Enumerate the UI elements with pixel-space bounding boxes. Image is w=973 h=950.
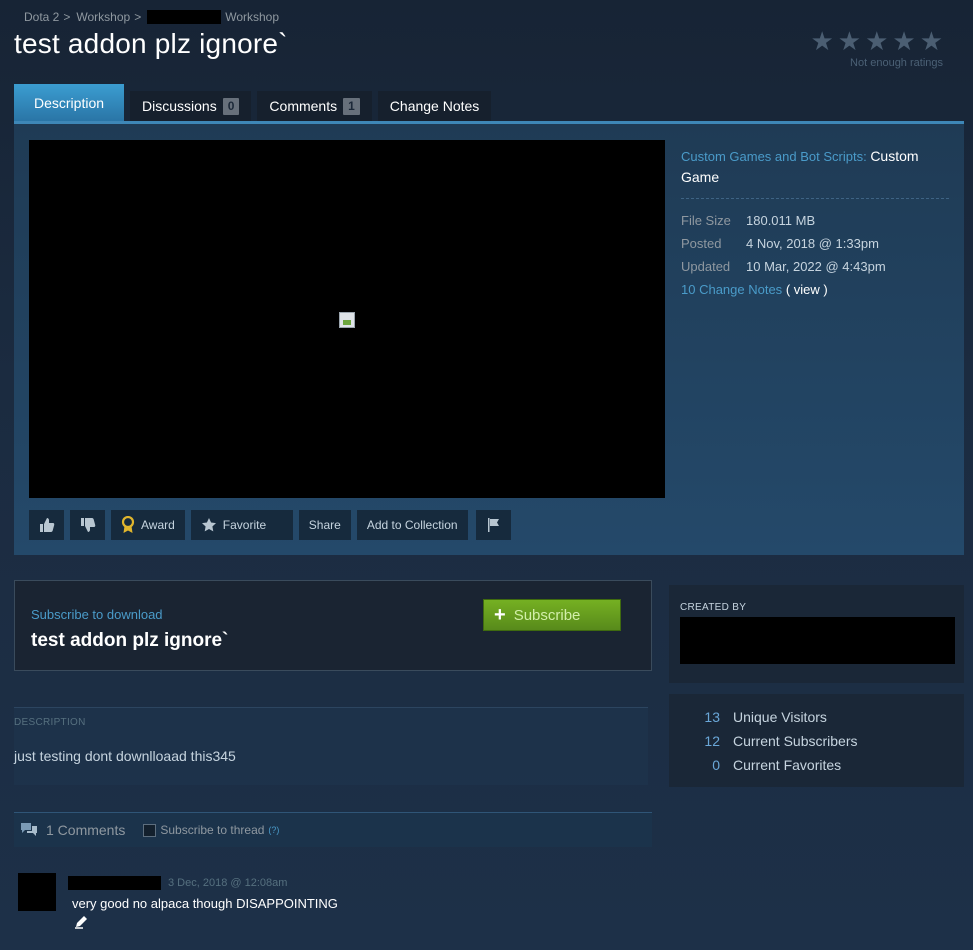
change-notes-row: 10 Change Notes ( view )	[681, 278, 949, 301]
tab-bar: Description Discussions 0 Comments 1 Cha…	[14, 84, 492, 121]
action-bar: Award Favorite Share Add to Collection	[29, 510, 511, 540]
breadcrumb-author-workshop[interactable]: Workshop	[225, 10, 279, 24]
subscribe-label: Subscribe to download	[31, 607, 163, 622]
created-by-panel: CREATED BY	[669, 585, 964, 683]
avatar[interactable]	[18, 873, 56, 911]
breadcrumb-separator: >	[63, 10, 71, 24]
tab-discussions[interactable]: Discussions 0	[130, 91, 252, 121]
tab-label: Discussions	[142, 98, 217, 114]
help-link[interactable]: (?)	[268, 825, 279, 835]
category-label: Custom Games and Bot Scripts:	[681, 149, 867, 164]
breadcrumb-dota2[interactable]: Dota 2	[24, 10, 59, 24]
award-ribbon-icon	[121, 516, 135, 533]
comment-timestamp: 3 Dec, 2018 @ 12:08am	[168, 877, 288, 889]
subscribe-button[interactable]: + Subscribe	[483, 599, 621, 631]
updated-value: 10 Mar, 2022 @ 4:43pm	[746, 259, 886, 274]
vote-up-button[interactable]	[29, 510, 64, 540]
stat-value: 13	[704, 709, 720, 725]
vote-down-button[interactable]	[70, 510, 105, 540]
posted-row: Posted 4 Nov, 2018 @ 1:33pm	[681, 232, 949, 255]
breadcrumb: Dota 2 > Workshop > Workshop	[24, 10, 279, 24]
speech-bubble-icon	[21, 823, 37, 836]
stat-value: 0	[712, 757, 720, 773]
favorite-label: Favorite	[222, 518, 267, 532]
subscribe-thread-control: Subscribe to thread (?)	[143, 823, 279, 837]
preview-media-player[interactable]	[29, 140, 665, 498]
star-icon	[201, 518, 216, 532]
item-details-panel: Award Favorite Share Add to Collection C…	[14, 121, 964, 555]
comments-header: 1 Comments Subscribe to thread (?)	[14, 812, 652, 847]
share-label: Share	[308, 518, 341, 532]
star-icon: ★	[919, 26, 943, 56]
thumbs-down-icon	[80, 518, 95, 532]
stat-label: Current Favorites	[733, 757, 842, 773]
change-notes-link[interactable]: 10 Change Notes	[681, 282, 782, 297]
share-button[interactable]: Share	[298, 510, 351, 540]
tab-description[interactable]: Description	[14, 84, 125, 121]
subscribe-panel: Subscribe to download test addon plz ign…	[14, 580, 652, 671]
comment-count: 1 Comments	[46, 822, 126, 838]
subscribe-thread-label: Subscribe to thread	[160, 823, 265, 837]
tab-label: Description	[34, 94, 105, 111]
thumbs-up-icon	[39, 518, 54, 532]
pencil-edit-icon[interactable]	[74, 913, 90, 932]
broken-image-icon	[339, 312, 355, 328]
stat-label: Unique Visitors	[733, 709, 827, 725]
redacted-creator	[680, 617, 955, 664]
breadcrumb-workshop[interactable]: Workshop	[76, 10, 130, 24]
category: Custom Games and Bot Scripts: Custom Gam…	[681, 146, 949, 188]
star-icon: ★	[892, 26, 916, 56]
item-metadata: Custom Games and Bot Scripts: Custom Gam…	[681, 146, 949, 301]
subscribe-item-title: test addon plz ignore`	[31, 630, 229, 651]
description-text: just testing dont downlloaad this345	[14, 748, 236, 764]
file-size-row: File Size 180.011 MB	[681, 209, 949, 232]
view-change-notes-link[interactable]: ( view )	[786, 282, 828, 297]
redacted-author-name	[147, 10, 222, 24]
file-size-value: 180.011 MB	[746, 213, 816, 228]
star-icon: ★	[837, 26, 862, 56]
tab-change-notes[interactable]: Change Notes	[377, 91, 492, 121]
breadcrumb-separator: >	[134, 10, 142, 24]
updated-row: Updated 10 Mar, 2022 @ 4:43pm	[681, 255, 949, 278]
created-by-label: CREATED BY	[680, 602, 747, 613]
favorite-button[interactable]: Favorite	[190, 510, 293, 540]
stat-label: Current Subscribers	[733, 733, 858, 749]
count-badge: 0	[222, 97, 240, 115]
description-label: DESCRIPTION	[14, 717, 86, 728]
comment-text: very good no alpaca though DISAPPOINTING	[72, 896, 338, 911]
posted-label: Posted	[681, 236, 722, 251]
plus-icon: +	[494, 604, 506, 626]
ratings-text: Not enough ratings	[850, 57, 943, 69]
stat-current-favorites: 0 Current Favorites	[669, 753, 858, 777]
stat-current-subscribers: 12 Current Subscribers	[669, 729, 858, 753]
pencil-icon	[75, 916, 87, 929]
subscribe-button-label: Subscribe	[513, 606, 581, 624]
tab-comments[interactable]: Comments 1	[257, 91, 372, 121]
report-button[interactable]	[475, 510, 511, 540]
rating-stars: ★ ★ ★ ★ ★	[810, 28, 943, 54]
award-button[interactable]: Award	[111, 510, 185, 540]
count-badge: 1	[343, 97, 360, 115]
subscribe-thread-checkbox[interactable]	[143, 823, 157, 837]
star-icon: ★	[810, 26, 834, 56]
add-to-collection-label: Add to Collection	[366, 518, 458, 532]
updated-label: Updated	[681, 259, 731, 274]
flag-icon	[488, 518, 500, 532]
star-icon: ★	[865, 26, 889, 56]
file-size-label: File Size	[681, 213, 731, 228]
stats-panel: 13 Unique Visitors 12 Current Subscriber…	[669, 694, 964, 787]
posted-value: 4 Nov, 2018 @ 1:33pm	[746, 236, 879, 251]
stat-value: 12	[704, 733, 720, 749]
divider	[681, 198, 949, 199]
tab-label: Comments	[269, 98, 338, 114]
redacted-comment-author	[68, 876, 161, 890]
add-to-collection-button[interactable]: Add to Collection	[356, 510, 468, 540]
description-panel: DESCRIPTION just testing dont downlloaad…	[14, 707, 648, 785]
tab-label: Change Notes	[389, 98, 480, 114]
award-label: Award	[141, 518, 175, 532]
stat-unique-visitors: 13 Unique Visitors	[669, 705, 858, 729]
page-title: test addon plz ignore`	[14, 28, 288, 59]
